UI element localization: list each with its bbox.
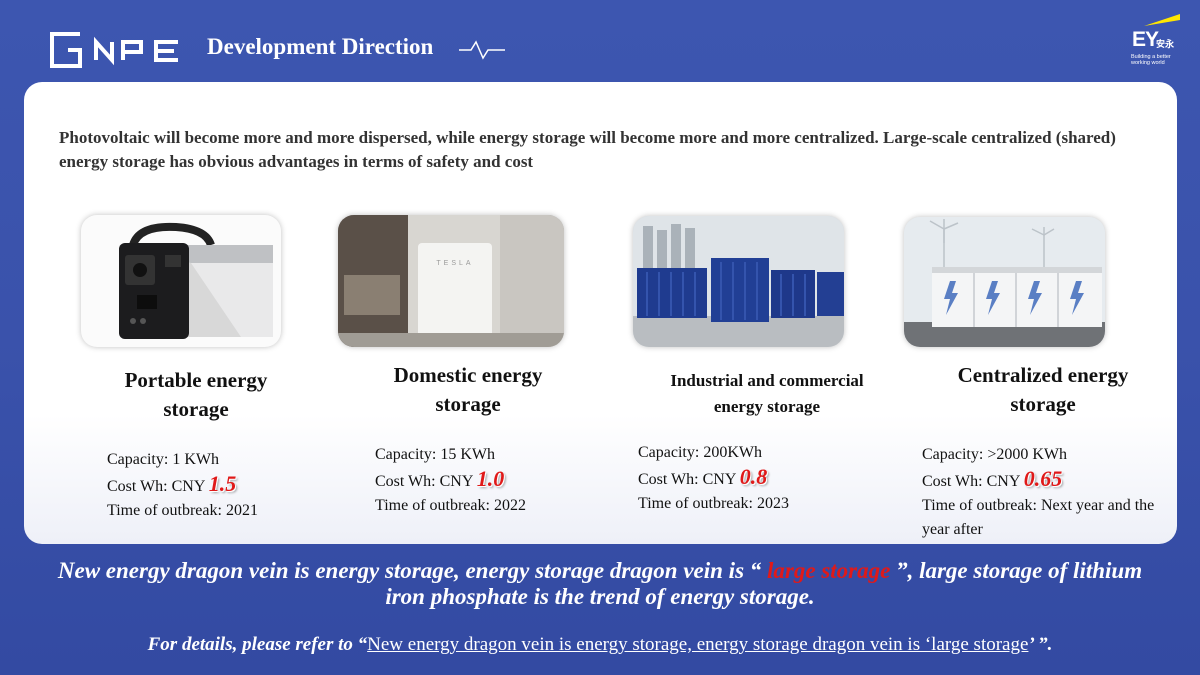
card-title-domestic: Domestic energy storage: [393, 363, 543, 416]
price-value: 0.65: [1023, 466, 1063, 491]
conclusion-text: New energy dragon vein is energy storage…: [40, 558, 1160, 610]
cost-row: Cost Wh: CNY 1.0: [375, 467, 595, 494]
reference-link[interactable]: New energy dragon vein is energy storage…: [367, 634, 1028, 655]
conclusion-highlight: large storage: [767, 558, 891, 583]
card-title-industrial: Industrial and commercial energy storage: [670, 371, 864, 416]
reference-text: For details, please refer to “New energy…: [40, 634, 1160, 656]
centralized-storage-image: [904, 217, 1105, 347]
cost-row: Cost Wh: CNY 0.8: [638, 465, 868, 492]
cost-label: Cost Wh: CNY: [375, 473, 477, 490]
card-specs-domestic: Capacity: 15 KWh Cost Wh: CNY 1.0 Time o…: [375, 443, 595, 518]
card-specs-portable: Capacity: 1 KWh Cost Wh: CNY 1.5 Time of…: [107, 448, 327, 523]
outbreak-text: Time of outbreak: 2021: [107, 502, 258, 519]
price-value: 1.0: [476, 466, 505, 491]
ey-tagline: Building a better working world: [1131, 54, 1171, 66]
reference-suffix: ’ ”.: [1028, 634, 1053, 655]
ey-mark: EY: [1132, 28, 1159, 51]
outbreak-text: Time of outbreak: 2022: [375, 497, 526, 514]
cost-label: Cost Wh: CNY: [107, 478, 209, 495]
domestic-storage-image: TESLA: [338, 215, 564, 347]
pulse-line-icon: [459, 40, 505, 60]
industrial-storage-image: [633, 216, 844, 347]
card-title-centralized: Centralized energy storage: [957, 363, 1129, 416]
cost-row: Cost Wh: CNY 0.65: [922, 467, 1160, 494]
conclusion-part-a: New energy dragon vein is energy storage…: [57, 558, 768, 583]
reference-prefix: For details, please refer to “: [147, 634, 368, 655]
card-title-portable: Portable energy storage: [124, 368, 268, 421]
outbreak-text: Time of outbreak: Next year and the year…: [922, 497, 1155, 538]
card-specs-centralized: Capacity: >2000 KWh Cost Wh: CNY 0.65 Ti…: [922, 443, 1160, 542]
npe-logo: [48, 30, 180, 70]
ey-chinese-name: 安永: [1156, 40, 1175, 50]
capacity-text: Capacity: 1 KWh: [107, 451, 219, 468]
portable-storage-image: [81, 215, 281, 347]
cost-label: Cost Wh: CNY: [922, 473, 1024, 490]
capacity-text: Capacity: >2000 KWh: [922, 446, 1067, 463]
outbreak-text: Time of outbreak: 2023: [638, 495, 789, 512]
tesla-label: TESLA: [436, 260, 473, 267]
ey-logo: EY 安永 Building a better working world: [1124, 12, 1180, 72]
cost-label: Cost Wh: CNY: [638, 471, 740, 488]
intro-text: Photovoltaic will become more and more d…: [59, 128, 1116, 171]
header: Development Direction EY 安永 Building a b…: [0, 0, 1200, 90]
capacity-text: Capacity: 200KWh: [638, 444, 762, 461]
cost-row: Cost Wh: CNY 1.5: [107, 472, 327, 499]
price-value: 0.8: [739, 464, 768, 489]
price-value: 1.5: [208, 471, 237, 496]
page-title: Development Direction: [207, 34, 434, 59]
capacity-text: Capacity: 15 KWh: [375, 446, 495, 463]
card-specs-industrial: Capacity: 200KWh Cost Wh: CNY 0.8 Time o…: [638, 441, 868, 516]
